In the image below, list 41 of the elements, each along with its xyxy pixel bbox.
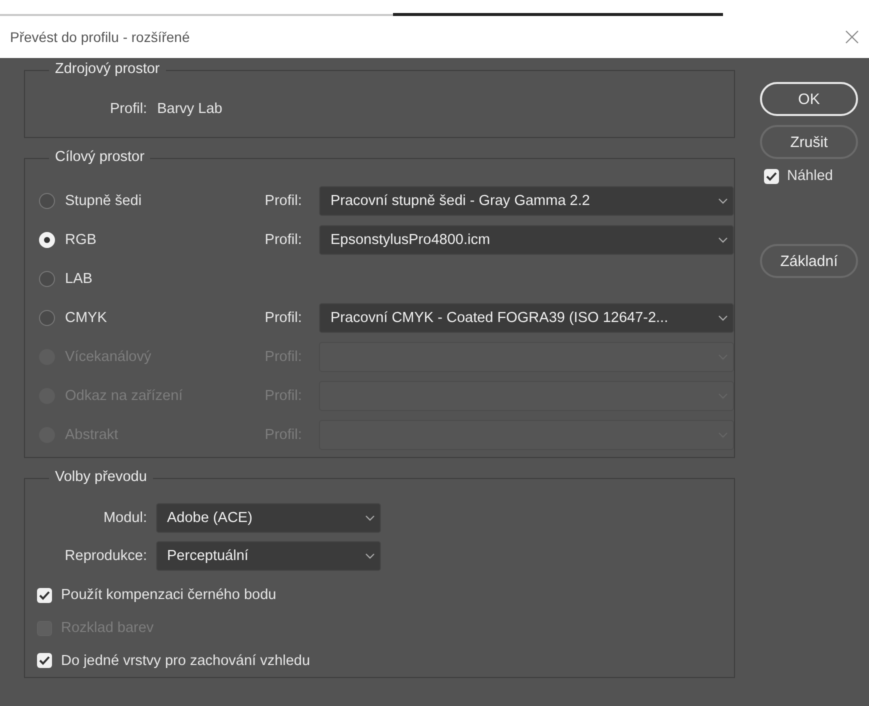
profile-label: Profil:	[264, 310, 303, 326]
radio-button[interactable]	[39, 310, 55, 326]
field-label: Reprodukce:	[64, 548, 147, 564]
checkbox[interactable]	[37, 653, 52, 668]
profile-dropdown[interactable]: EpsonstylusPro4800.icm	[319, 225, 734, 255]
radio-label: Stupně šedi	[65, 193, 143, 209]
profile-dropdown[interactable]	[319, 342, 734, 372]
window-title: Převést do profilu - rozšířené	[10, 29, 190, 45]
chevron-down-icon	[718, 315, 728, 321]
profile-dropdown[interactable]: Pracovní stupně šedi - Gray Gamma 2.2	[319, 186, 734, 216]
chevron-down-icon	[718, 237, 728, 243]
checkbox-label: Použít kompenzaci černého bodu	[61, 587, 276, 604]
field-label: Modul:	[102, 510, 147, 526]
group-title: Volby převodu	[49, 469, 153, 485]
group-title: Cílový prostor	[49, 149, 150, 165]
chevron-down-icon	[365, 553, 375, 559]
profile-dropdown[interactable]	[319, 420, 734, 450]
dialog-button[interactable]: OK	[760, 82, 858, 116]
checkbox-label: Do jedné vrstvy pro zachování vzhledu	[61, 652, 310, 669]
chevron-down-icon	[718, 198, 728, 204]
profile-value: Barvy Lab	[157, 101, 222, 119]
radio-label: CMYK	[65, 310, 108, 326]
profile-label: Profil:	[110, 101, 148, 119]
group-title: Zdrojový prostor	[49, 61, 166, 77]
option-dropdown[interactable]: Perceptuální	[156, 541, 381, 571]
basic-button[interactable]: Základní	[760, 244, 858, 278]
profile-label: Profil:	[264, 193, 303, 209]
close-icon[interactable]	[845, 30, 859, 44]
preview-label: Náhled	[787, 168, 833, 184]
profile-dropdown[interactable]: Pracovní CMYK - Coated FOGRA39 (ISO 12647-2...	[319, 303, 734, 333]
radio-label: RGB	[65, 232, 98, 248]
option-dropdown[interactable]: Adobe (ACE)	[156, 503, 381, 533]
radio-button[interactable]	[39, 271, 55, 287]
chevron-down-icon	[365, 515, 375, 521]
checkbox[interactable]	[37, 588, 52, 603]
radio-label: LAB	[65, 271, 94, 287]
profile-label: Profil:	[264, 232, 303, 248]
dialog-button[interactable]: Zrušit	[760, 125, 858, 159]
radio-button[interactable]	[39, 193, 55, 209]
profile-dropdown[interactable]	[319, 381, 734, 411]
checkbox[interactable]	[764, 168, 779, 184]
